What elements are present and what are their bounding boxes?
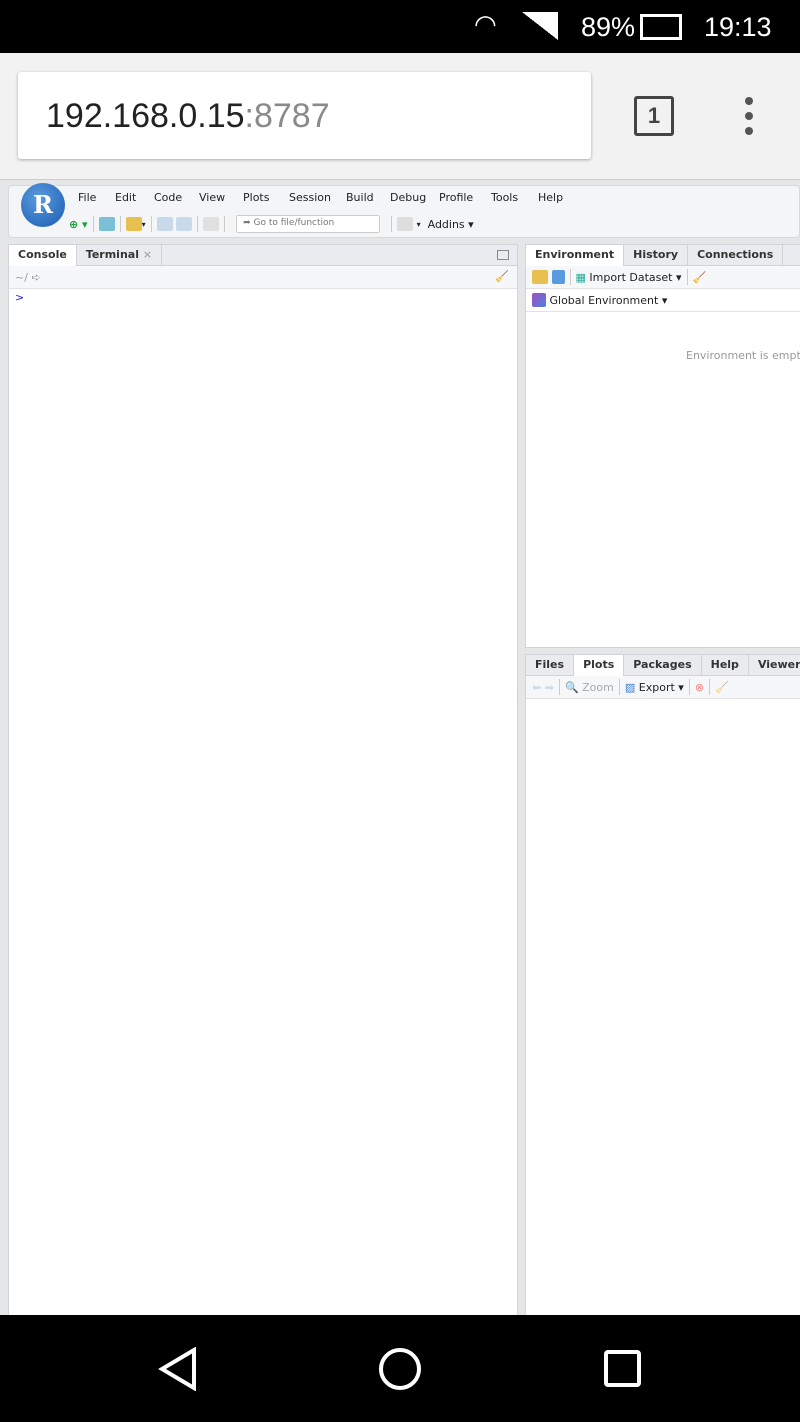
dot-icon — [745, 112, 753, 120]
dot-icon — [745, 127, 753, 135]
tab-help[interactable]: Help — [702, 655, 749, 676]
menu-code[interactable]: Code — [154, 191, 182, 204]
environment-selector[interactable]: Global Environment ▾ — [550, 294, 668, 307]
load-workspace-icon[interactable] — [532, 270, 548, 284]
new-project-icon[interactable] — [98, 217, 115, 231]
wifi-icon: ◠ — [474, 10, 497, 40]
save-workspace-icon[interactable] — [551, 270, 565, 284]
home-nav-icon[interactable] — [378, 1347, 422, 1391]
pane-layout-icon[interactable] — [397, 217, 414, 231]
empty-message: Environment is empty — [686, 349, 800, 362]
clock: 19:13 — [704, 12, 772, 42]
export-button[interactable]: ▨ Export ▾ — [625, 681, 684, 694]
zoom-label: Zoom — [582, 680, 614, 694]
dot-icon — [745, 97, 753, 105]
tab-history[interactable]: History — [624, 245, 689, 266]
tab-viewer[interactable]: Viewer — [749, 655, 800, 676]
menu-plots[interactable]: Plots — [243, 191, 269, 204]
tab-packages[interactable]: Packages — [624, 655, 702, 676]
android-nav-bar — [0, 1315, 800, 1422]
menu-debug[interactable]: Debug — [390, 191, 426, 204]
tab-environment[interactable]: Environment — [526, 245, 625, 267]
clear-plots-icon[interactable]: 🧹 — [715, 681, 729, 694]
open-file-icon[interactable] — [125, 217, 142, 231]
tab-files[interactable]: Files — [526, 655, 575, 676]
print-icon[interactable] — [203, 217, 220, 231]
global-env-label: Global Environment — [549, 293, 659, 307]
addins-label: Addins — [427, 217, 465, 231]
tab-terminal[interactable]: Terminal × — [77, 245, 163, 266]
menu-edit[interactable]: Edit — [115, 191, 136, 204]
url-port: :8787 — [244, 97, 330, 135]
addins-menu[interactable]: Addins ▾ — [428, 218, 474, 231]
zoom-button[interactable]: 🔍 Zoom — [565, 681, 614, 694]
status-bar: ◠ 89% 19:13 — [0, 0, 800, 53]
remove-plot-icon[interactable]: ⊗ — [695, 681, 704, 694]
battery-icon — [640, 14, 682, 40]
export-icon: ▨ — [624, 680, 636, 694]
environment-icon — [532, 293, 546, 307]
menu-file[interactable]: File — [78, 191, 96, 204]
tab-plots[interactable]: Plots — [574, 655, 625, 677]
menu-session[interactable]: Session — [289, 191, 331, 204]
terminal-label: Terminal — [85, 248, 139, 261]
console-pane: Console Terminal × ~/ ➪ 🧹 > — [8, 244, 518, 1316]
save-all-icon[interactable] — [176, 217, 193, 231]
forward-icon[interactable]: ➡ — [545, 681, 554, 694]
import-icon: ▦ — [575, 270, 586, 284]
go-to-dir-icon[interactable]: ➪ — [31, 271, 40, 284]
back-icon[interactable]: ⬅ — [532, 681, 541, 694]
new-file-icon[interactable]: ⊕ ▾ — [69, 218, 88, 231]
overflow-menu-button[interactable] — [735, 93, 763, 139]
environment-pane: Environment History Connections ▦ Import… — [525, 244, 800, 648]
tab-console[interactable]: Console — [9, 245, 77, 267]
recents-nav-icon[interactable] — [603, 1349, 643, 1389]
maximize-icon[interactable] — [497, 250, 509, 260]
back-nav-icon[interactable] — [158, 1347, 198, 1391]
url-host: 192.168.0.15 — [46, 97, 245, 135]
browser-toolbar: 192.168.0.15:8787 1 — [0, 53, 800, 180]
go-to-placeholder: Go to file/function — [253, 218, 335, 228]
menu-view[interactable]: View — [199, 191, 225, 204]
working-dir[interactable]: ~/ — [15, 271, 28, 284]
go-to-file-input[interactable]: ➦ Go to file/function — [236, 215, 381, 233]
signal-icon — [522, 12, 558, 40]
console-prompt[interactable]: > — [15, 291, 24, 304]
address-bar[interactable]: 192.168.0.15:8787 — [18, 72, 591, 159]
battery-percent: 89% — [581, 12, 636, 42]
menu-tools[interactable]: Tools — [491, 191, 518, 204]
menu-help[interactable]: Help — [538, 191, 563, 204]
rstudio-header: R File Edit Code View Plots Session Buil… — [8, 183, 800, 238]
menu-profile[interactable]: Profile — [439, 191, 473, 204]
menu-build[interactable]: Build — [346, 191, 374, 204]
import-dataset-button[interactable]: ▦ Import Dataset ▾ — [576, 271, 682, 284]
close-icon[interactable]: × — [143, 248, 152, 261]
tab-switcher-button[interactable]: 1 — [634, 96, 674, 136]
r-logo: R — [21, 183, 65, 227]
tab-connections[interactable]: Connections — [688, 245, 784, 266]
clear-console-icon[interactable]: 🧹 — [495, 270, 509, 283]
save-icon[interactable] — [156, 217, 173, 231]
import-dataset-label: Import Dataset — [589, 270, 673, 284]
clear-workspace-icon[interactable]: 🧹 — [693, 271, 707, 284]
export-label: Export — [638, 680, 675, 694]
files-pane: Files Plots Packages Help Viewer ⬅ ➡ 🔍 Z… — [525, 654, 800, 1316]
